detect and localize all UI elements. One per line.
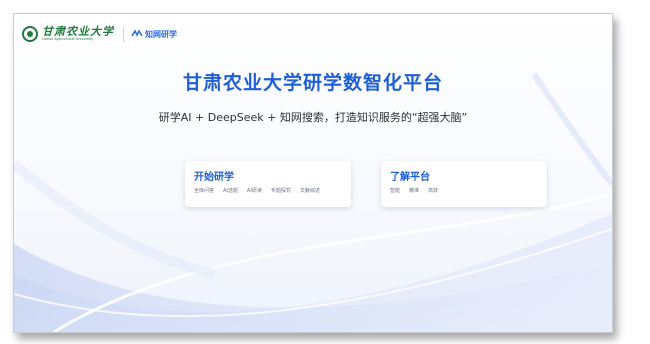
- card-title: 开始研学: [194, 172, 234, 183]
- tag-topic-exploration[interactable]: 专题探究: [271, 187, 291, 194]
- tag-literature-review[interactable]: 文献综述: [300, 187, 320, 194]
- university-name-en: Gansu Agricultural University: [42, 37, 94, 42]
- about-platform-card[interactable]: 了解平台 智能 精准 高效: [381, 161, 547, 207]
- header-divider: [123, 26, 124, 42]
- card-tags: 全库问答 AI选题 AI研读 专题探究 文献综述: [194, 187, 320, 194]
- tag-full-library-qa[interactable]: 全库问答: [194, 187, 214, 194]
- page-subtitle: 研学AI + DeepSeek + 知网搜索，打造知识服务的“超强大脑”: [158, 111, 468, 124]
- tag-smart: 智能: [390, 188, 401, 194]
- university-name: 甘肃农业大学: [42, 25, 114, 39]
- card-tags: 智能 精准 高效: [390, 187, 438, 194]
- tag-ai-reading[interactable]: AI研读: [247, 187, 262, 194]
- tag-ai-topic[interactable]: AI选题: [223, 187, 238, 194]
- tag-precise: 精准: [409, 188, 420, 194]
- start-research-card[interactable]: 开始研学 全库问答 AI选题 AI研读 专题探究 文献综述: [185, 161, 351, 207]
- university-emblem-icon[interactable]: [22, 26, 38, 42]
- university-logo[interactable]: 甘肃农业大学 Gansu Agricultural University: [42, 26, 114, 42]
- page-title: 甘肃农业大学研学数智化平台: [182, 72, 443, 94]
- tag-efficient: 高效: [428, 188, 439, 194]
- top-header: 甘肃农业大学 Gansu Agricultural University 知网研…: [22, 22, 177, 46]
- cnki-logo-icon[interactable]: [131, 29, 143, 39]
- card-title: 了解平台: [390, 172, 430, 183]
- brand-name[interactable]: 知网研学: [145, 29, 177, 40]
- app-window: 甘肃农业大学 Gansu Agricultural University 知网研…: [13, 13, 613, 333]
